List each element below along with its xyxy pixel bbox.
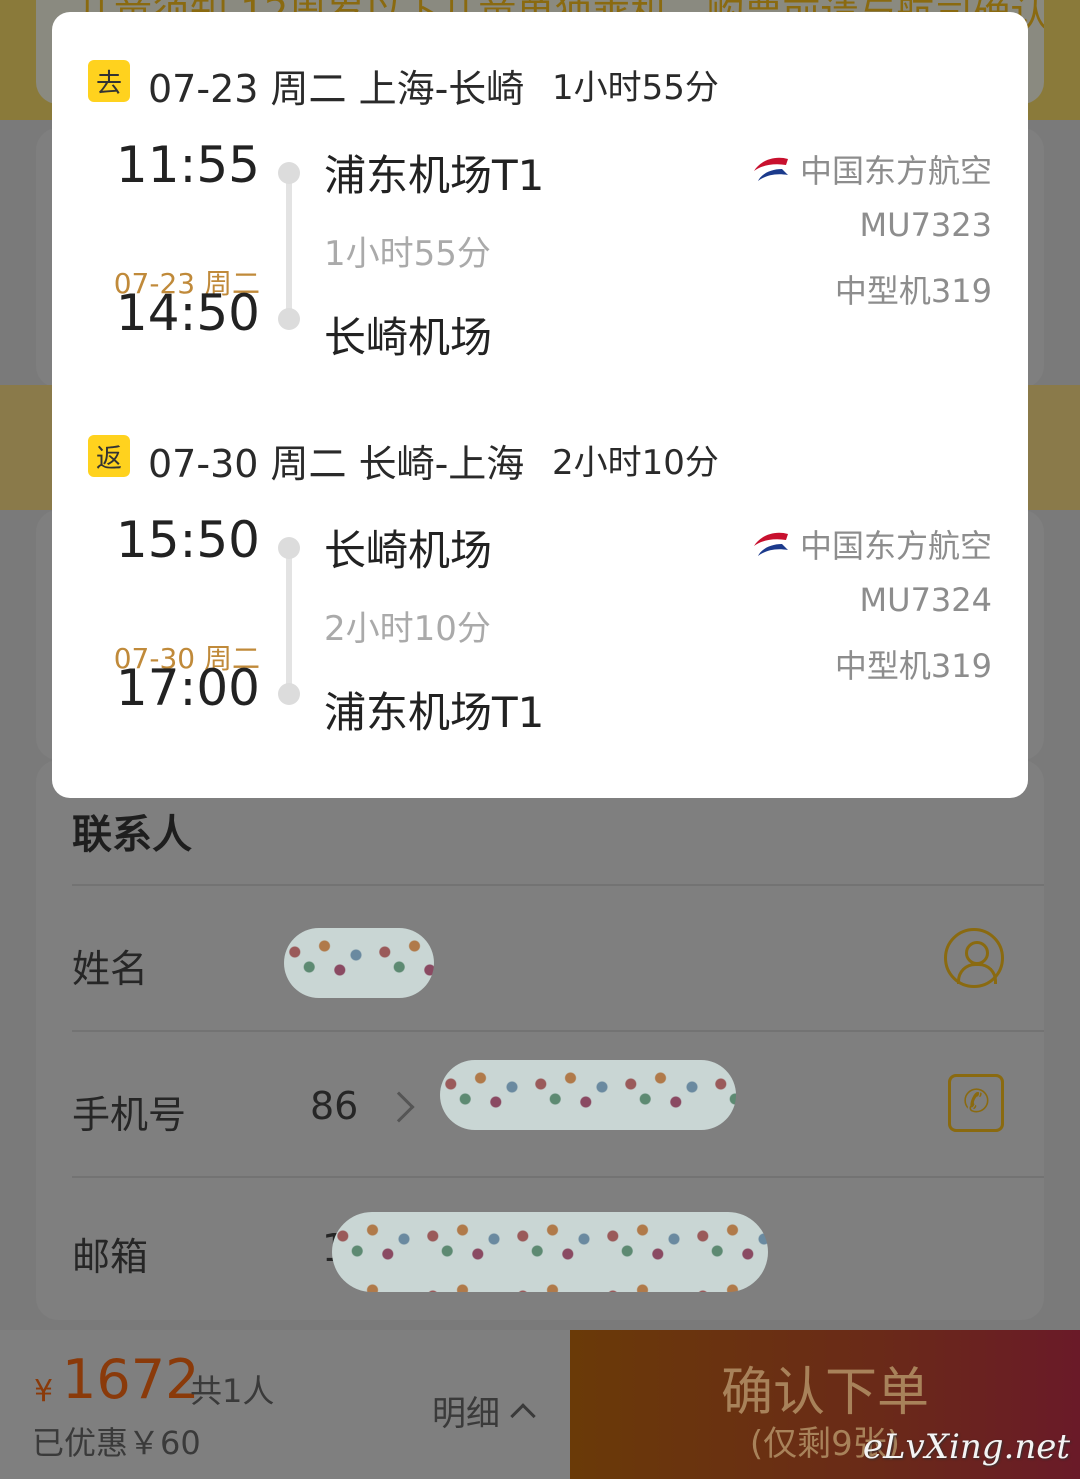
contact-section: 联系人 姓名 手机号 86 ✆ 邮箱 10 <box>36 760 1044 1320</box>
airline-info: 中国东方航空 <box>752 521 992 567</box>
arrival-time: 17:00 <box>115 659 260 717</box>
china-eastern-logo-icon <box>753 157 788 181</box>
departure-airport: 浦东机场T1 <box>324 151 545 200</box>
leg-total-duration: 1小时55分 <box>552 68 719 108</box>
total-price: 1672 <box>62 1348 200 1411</box>
divider <box>72 1030 1044 1032</box>
flight-duration: 1小时55分 <box>324 234 491 274</box>
divider <box>72 1176 1044 1178</box>
arrival-time: 14:50 <box>115 284 260 342</box>
flight-number: MU7323 <box>859 206 992 244</box>
bottom-bar: ¥ 1672 共1人 已优惠￥60 明细 确认下单 (仅剩9张) eLvXing… <box>0 1330 1080 1479</box>
name-field-redacted[interactable] <box>284 928 434 998</box>
chevron-right-icon[interactable] <box>383 1091 415 1123</box>
chevron-up-icon <box>510 1402 536 1429</box>
confirm-order-label: 确认下单 <box>720 1363 929 1423</box>
phone-field-redacted[interactable] <box>440 1060 736 1130</box>
departure-time: 15:50 <box>115 511 260 569</box>
price-detail-button[interactable]: 明细 <box>432 1386 536 1435</box>
departure-dot <box>278 162 300 184</box>
departure-dot <box>278 537 300 559</box>
aircraft-type: 中型机319 <box>834 272 992 310</box>
departure-time: 11:55 <box>115 136 260 194</box>
flight-leg-return: 返 07-30 周二 长崎-上海 2小时10分 15:50 07-30 周二 1… <box>52 387 1028 747</box>
divider <box>72 884 1044 886</box>
airline-name: 中国东方航空 <box>799 152 992 190</box>
leg-header: 07-30 周二 长崎-上海 <box>148 442 525 486</box>
airline-name: 中国东方航空 <box>799 527 992 565</box>
phone-label: 手机号 <box>72 1093 187 1137</box>
name-label: 姓名 <box>72 947 149 991</box>
email-label: 邮箱 <box>72 1235 149 1279</box>
leg-header: 07-23 周二 上海-长崎 <box>148 67 525 111</box>
leg-badge: 去 <box>88 60 130 102</box>
leg-total-duration: 2小时10分 <box>552 443 719 483</box>
price-detail-label: 明细 <box>432 1394 500 1434</box>
arrival-dot <box>278 308 300 330</box>
timeline-line <box>286 555 292 697</box>
arrival-airport: 浦东机场T1 <box>324 688 545 737</box>
email-field-redacted[interactable] <box>332 1212 768 1292</box>
contact-title: 联系人 <box>72 812 192 858</box>
phone-book-icon[interactable]: ✆ <box>948 1074 1004 1132</box>
passenger-count: 共1人 <box>190 1372 275 1410</box>
arrival-dot <box>278 683 300 705</box>
currency-symbol: ¥ <box>34 1374 54 1409</box>
timeline-line <box>286 180 292 322</box>
leg-badge: 返 <box>88 435 130 477</box>
watermark: eLvXing.net <box>862 1427 1070 1467</box>
aircraft-type: 中型机319 <box>834 647 992 685</box>
flight-detail-modal: 去 07-23 周二 上海-长崎 1小时55分 11:55 07-23 周二 1… <box>52 12 1028 798</box>
country-code-selector[interactable]: 86 <box>310 1084 358 1128</box>
flight-leg-outbound: 去 07-23 周二 上海-长崎 1小时55分 11:55 07-23 周二 1… <box>52 12 1028 372</box>
departure-airport: 长崎机场 <box>324 526 493 575</box>
contact-picker-icon[interactable] <box>944 928 1004 988</box>
flight-number: MU7324 <box>859 581 992 619</box>
china-eastern-logo-icon <box>753 532 788 556</box>
discount-text: 已优惠￥60 <box>32 1424 201 1462</box>
airline-info: 中国东方航空 <box>752 146 992 192</box>
arrival-airport: 长崎机场 <box>324 313 493 362</box>
flight-duration: 2小时10分 <box>324 609 491 649</box>
